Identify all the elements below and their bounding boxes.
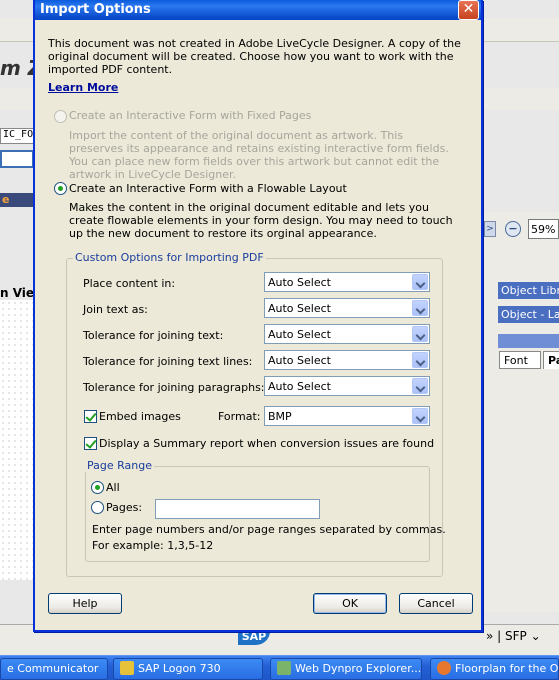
background-right-panel <box>484 212 559 612</box>
taskbar-item-label: Web Dynpro Explorer... <box>295 662 422 675</box>
help-button[interactable]: Help <box>48 593 122 614</box>
fixed-pages-label: Create an Interactive Form with Fixed Pa… <box>69 109 312 122</box>
chevron-down-icon[interactable] <box>412 352 428 368</box>
taskbar-item-label: SAP Logon 730 <box>138 662 221 675</box>
ok-button[interactable]: OK <box>313 593 387 614</box>
background-design-canvas <box>0 300 34 580</box>
close-icon[interactable]: ✕ <box>458 0 479 20</box>
web-dynpro-icon <box>277 661 291 675</box>
tolerance-text-select[interactable]: Auto Select <box>264 324 430 344</box>
import-options-dialog: Import Options ✕ This document was not c… <box>33 0 483 632</box>
background-nav-arrow-icon[interactable]: > <box>484 221 496 237</box>
embed-images-checkbox[interactable] <box>84 410 97 423</box>
pages-input[interactable] <box>155 499 320 519</box>
zoom-level-field[interactable]: 59% <box>528 219 559 239</box>
dialog-title: Import Options <box>40 2 151 17</box>
join-text-label: Join text as: <box>83 303 148 316</box>
object-layout-palette[interactable]: Object - Layout <box>498 306 559 323</box>
taskbar-item-label: Floorplan for the Ove... <box>455 662 559 675</box>
background-palette-tabstrip <box>498 334 559 348</box>
tab-font[interactable]: Font <box>499 351 541 369</box>
windows-taskbar: e Communicator SAP Logon 730 Web Dynpro … <box>0 655 559 680</box>
taskbar-item-web-dynpro[interactable]: Web Dynpro Explorer... <box>270 658 422 680</box>
page-range-legend: Page Range <box>85 459 154 472</box>
flowable-layout-description: Makes the content in the original docume… <box>69 201 453 240</box>
chevron-down-icon[interactable] <box>412 378 428 394</box>
background-field: IC_FO <box>0 128 34 144</box>
page-range-hint-2: For example: 1,3,5-12 <box>92 539 214 552</box>
page-range-hint-1: Enter page numbers and/or page ranges se… <box>92 523 446 536</box>
tolerance-text-value: Auto Select <box>268 328 331 341</box>
chevron-down-icon[interactable] <box>412 408 428 424</box>
tolerance-text-label: Tolerance for joining text: <box>83 329 224 342</box>
page-range-all-radio[interactable] <box>91 481 104 494</box>
chevron-down-icon[interactable] <box>412 274 428 290</box>
sap-logon-icon <box>120 661 134 675</box>
tab-paragraph[interactable]: Pa <box>543 351 559 369</box>
taskbar-item-firefox[interactable]: Floorplan for the Ove... <box>430 658 559 680</box>
flowable-layout-radio[interactable] <box>54 182 67 195</box>
taskbar-item-sap-logon[interactable]: SAP Logon 730 <box>113 658 263 680</box>
summary-report-label: Display a Summary report when conversion… <box>99 437 435 450</box>
tolerance-lines-value: Auto Select <box>268 354 331 367</box>
intro-text: This document was not created in Adobe L… <box>48 37 461 76</box>
join-text-select[interactable]: Auto Select <box>264 298 430 318</box>
summary-report-checkbox[interactable] <box>84 437 97 450</box>
place-content-select[interactable]: Auto Select <box>264 272 430 292</box>
status-system-label: » | SFP ⌄ <box>486 629 541 643</box>
taskbar-item-label: e Communicator <box>7 662 99 675</box>
tolerance-paragraphs-value: Auto Select <box>268 380 331 393</box>
dialog-title-bar[interactable]: Import Options ✕ <box>35 0 481 20</box>
join-text-value: Auto Select <box>268 302 331 315</box>
format-select[interactable]: BMP <box>264 406 430 426</box>
embed-images-label: Embed images <box>99 410 181 423</box>
background-view-label: n Vie <box>0 286 35 300</box>
taskbar-item-communicator[interactable]: e Communicator <box>0 658 108 680</box>
page-range-pages-radio[interactable] <box>91 501 104 514</box>
tolerance-lines-label: Tolerance for joining text lines: <box>83 355 253 368</box>
learn-more-link[interactable]: Learn More <box>48 81 118 94</box>
zoom-out-icon[interactable]: − <box>505 221 521 237</box>
background-panel-header-label: e <box>2 193 10 206</box>
tolerance-lines-select[interactable]: Auto Select <box>264 350 430 370</box>
page-range-all-label: All <box>106 481 120 494</box>
background-input <box>0 150 34 168</box>
custom-options-legend: Custom Options for Importing PDF <box>73 251 266 264</box>
firefox-icon <box>437 661 451 675</box>
fixed-pages-description: Import the content of the original docum… <box>69 129 449 181</box>
format-value: BMP <box>268 410 292 423</box>
cancel-button[interactable]: Cancel <box>399 593 473 614</box>
format-label: Format: <box>218 410 261 423</box>
flowable-layout-label: Create an Interactive Form with a Flowab… <box>69 182 347 195</box>
place-content-value: Auto Select <box>268 276 331 289</box>
tolerance-paragraphs-label: Tolerance for joining paragraphs: <box>83 381 265 394</box>
object-library-palette[interactable]: Object Library <box>498 282 559 299</box>
chevron-down-icon[interactable] <box>412 300 428 316</box>
tolerance-paragraphs-select[interactable]: Auto Select <box>264 376 430 396</box>
place-content-label: Place content in: <box>83 277 176 290</box>
page-range-pages-label: Pages: <box>106 501 143 514</box>
chevron-down-icon[interactable] <box>412 326 428 342</box>
fixed-pages-radio[interactable] <box>54 110 67 123</box>
background-panel-header: e <box>0 193 34 207</box>
